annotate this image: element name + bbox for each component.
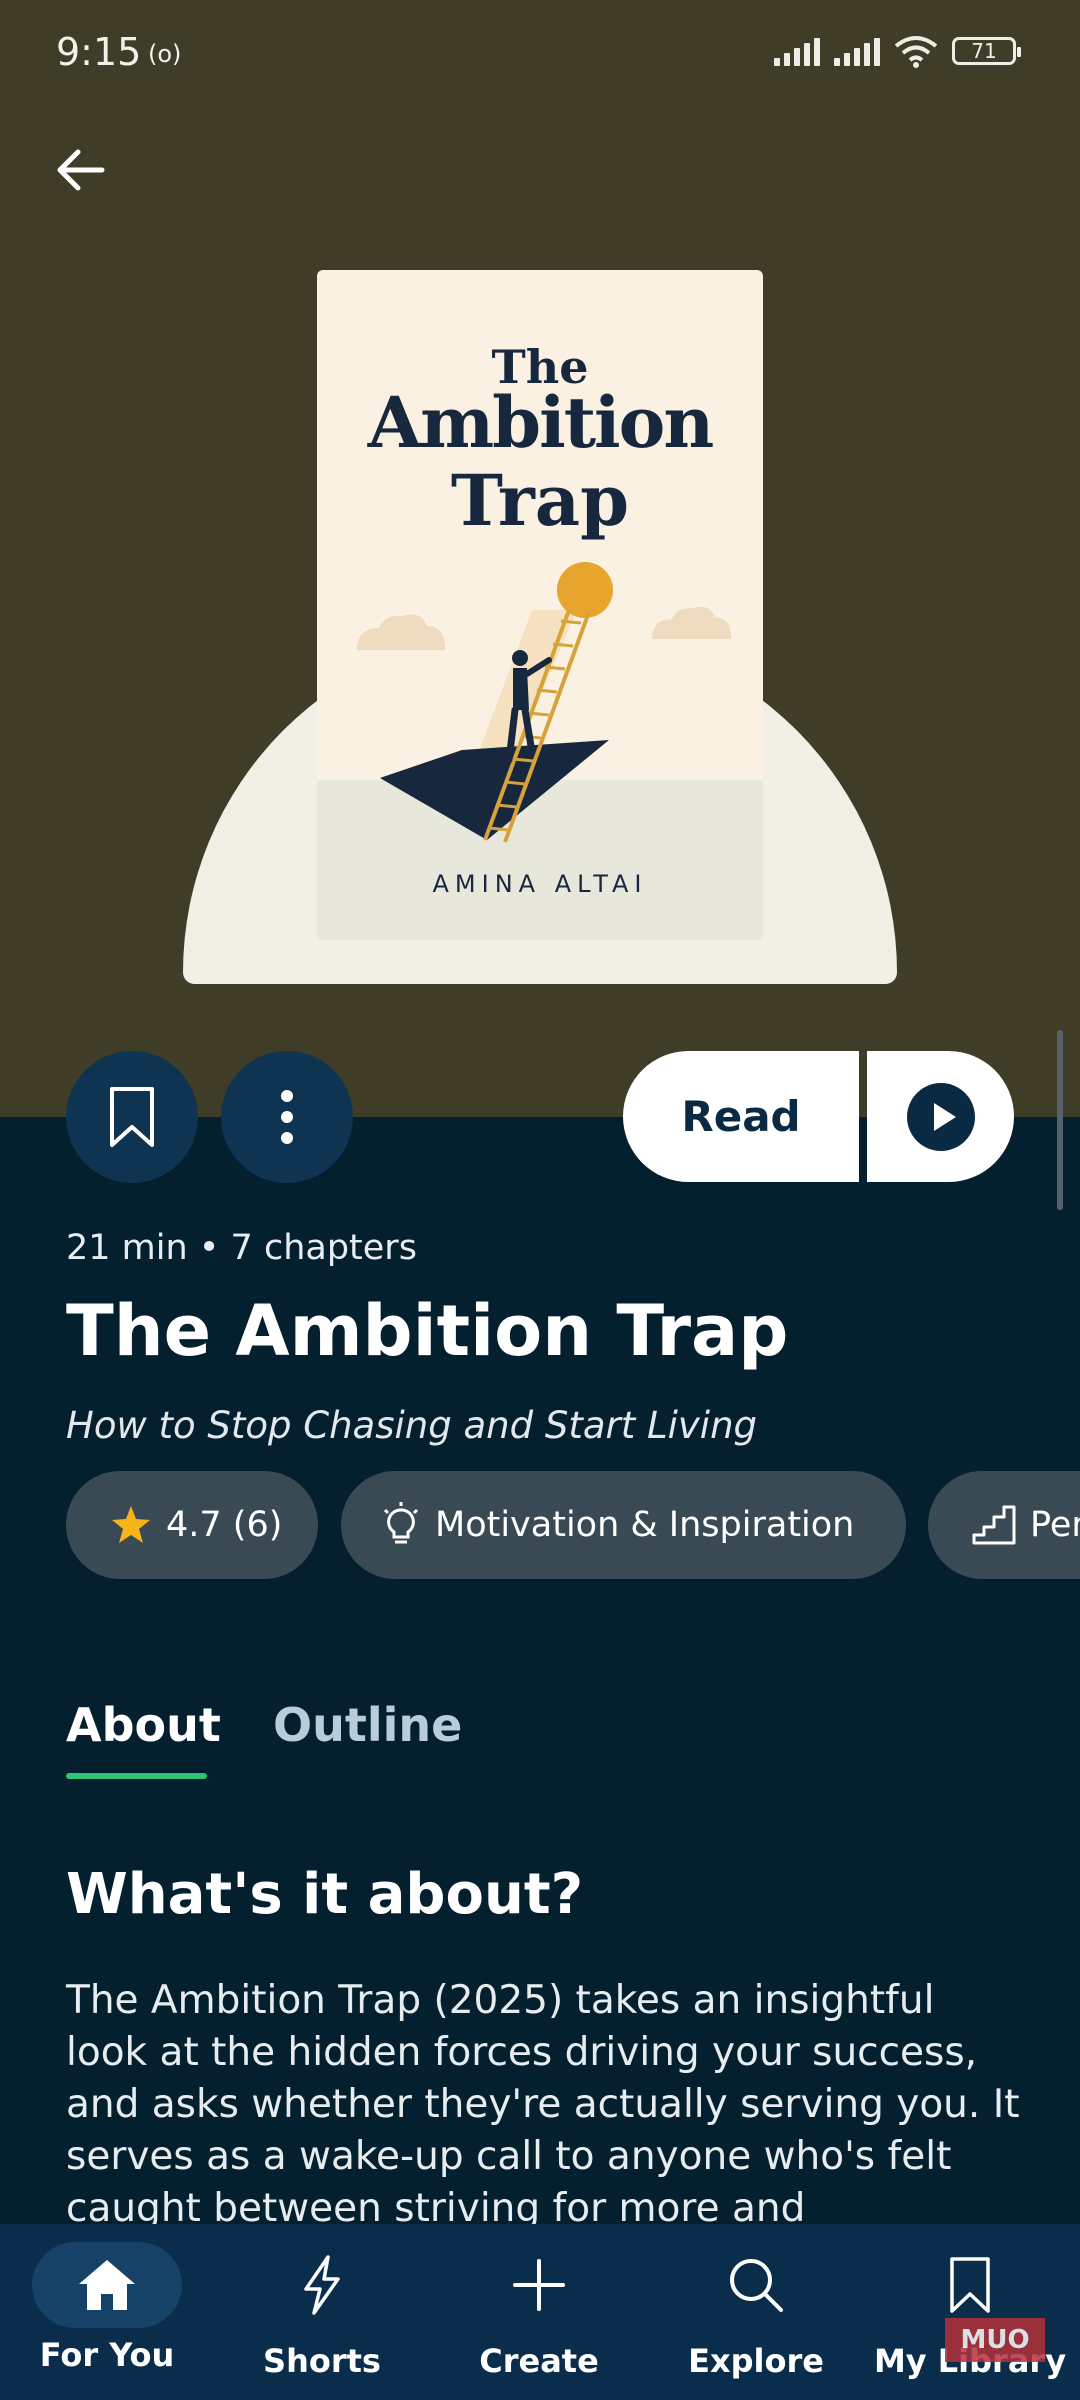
signal-icon <box>834 36 880 66</box>
bottom-navigation: For You Shorts Create Explore My Library <box>0 2224 1080 2400</box>
signal-icon <box>774 36 820 66</box>
back-arrow-icon[interactable] <box>50 140 110 200</box>
cover-illustration <box>357 562 732 843</box>
more-vertical-icon <box>281 1090 293 1144</box>
bookmark-button[interactable] <box>66 1051 198 1183</box>
bookmark-icon <box>110 1087 154 1147</box>
wifi-icon <box>894 36 938 68</box>
status-time: 9:15 <box>56 30 142 74</box>
cover-title-line2: Ambition <box>367 381 714 464</box>
lightning-icon <box>247 2242 397 2328</box>
plus-icon <box>464 2242 614 2328</box>
category-chip[interactable]: Motivation & Inspiration <box>341 1471 906 1579</box>
cover-title-line3: Trap <box>450 459 630 542</box>
nav-for-you[interactable]: For You <box>7 2224 207 2400</box>
nav-my-library[interactable]: My Library <box>870 2224 1070 2400</box>
book-title: The Ambition Trap <box>66 1290 789 1372</box>
tab-about[interactable]: About <box>66 1698 221 1752</box>
nav-label: For You <box>39 2336 175 2374</box>
search-icon <box>681 2242 831 2328</box>
book-cover: The Ambition Trap AMINA ALTAI <box>317 270 763 940</box>
read-button-label: Read <box>681 1092 801 1141</box>
star-icon <box>110 1505 152 1545</box>
lightbulb-icon <box>381 1502 421 1548</box>
active-tab-indicator <box>66 1773 207 1779</box>
topic-label: Per <box>1030 1505 1080 1545</box>
topic-chip[interactable]: Per <box>928 1471 1080 1579</box>
watermark-logo: MUO <box>945 2318 1045 2362</box>
nav-create[interactable]: Create <box>439 2224 639 2400</box>
nav-shorts[interactable]: Shorts <box>222 2224 422 2400</box>
play-icon <box>906 1082 975 1151</box>
book-meta: 21 min • 7 chapters <box>66 1228 417 1268</box>
read-button[interactable]: Read <box>623 1051 859 1182</box>
cover-author: AMINA ALTAI <box>432 870 648 898</box>
stairs-icon <box>972 1505 1016 1545</box>
rating-chip[interactable]: 4.7 (6) <box>66 1471 318 1579</box>
book-subtitle: How to Stop Chasing and Start Living <box>66 1404 758 1447</box>
tab-outline[interactable]: Outline <box>273 1698 462 1752</box>
home-icon <box>32 2242 182 2328</box>
rating-label: 4.7 (6) <box>166 1505 283 1545</box>
status-indicator: (o) <box>148 40 182 68</box>
nav-explore[interactable]: Explore <box>656 2224 856 2400</box>
about-heading: What's it about? <box>66 1862 584 1927</box>
scrollbar[interactable] <box>1057 1030 1063 1210</box>
battery-icon: 71 <box>952 37 1021 65</box>
battery-level: 71 <box>971 39 997 63</box>
play-audio-button[interactable] <box>867 1051 1014 1182</box>
status-icons: 71 <box>774 34 1021 68</box>
more-options-button[interactable] <box>221 1051 353 1183</box>
nav-label: Explore <box>688 2342 824 2380</box>
category-label: Motivation & Inspiration <box>435 1505 855 1545</box>
bookmark-icon <box>895 2242 1045 2328</box>
nav-label: Create <box>479 2342 599 2380</box>
about-text: The Ambition Trap (2025) takes an insigh… <box>66 1978 1020 2231</box>
nav-label: Shorts <box>263 2342 381 2380</box>
